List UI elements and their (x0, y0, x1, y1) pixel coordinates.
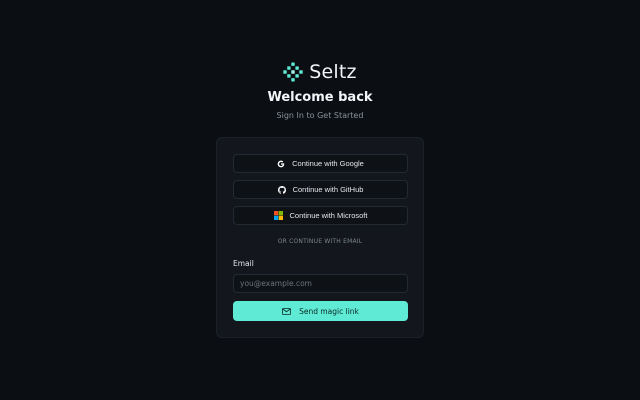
page-subtitle: Sign In to Get Started (276, 111, 364, 120)
continue-with-github-button[interactable]: Continue with GitHub (233, 180, 408, 199)
diamond-dots-logo-icon (283, 62, 303, 82)
email-input[interactable] (233, 274, 408, 293)
brand-name: Seltz (309, 61, 357, 83)
microsoft-icon (273, 211, 283, 220)
continue-with-microsoft-label: Continue with Microsoft (289, 211, 368, 220)
sign-in-card: Continue with Google Continue with GitHu… (216, 137, 424, 338)
continue-with-github-label: Continue with GitHub (292, 185, 364, 194)
google-icon (277, 160, 285, 167)
email-divider: OR CONTINUE WITH EMAIL (277, 238, 363, 245)
continue-with-google-button[interactable]: Continue with Google (233, 154, 408, 173)
page-title: Welcome back (267, 90, 373, 105)
send-magic-link-label: Send magic link (299, 306, 359, 316)
brand: Seltz (283, 60, 357, 84)
header: Seltz Welcome back Sign In to Get Starte… (0, 60, 640, 120)
github-icon (277, 185, 286, 194)
continue-with-microsoft-button[interactable]: Continue with Microsoft (233, 206, 408, 225)
email-label: Email (233, 259, 254, 268)
continue-with-google-label: Continue with Google (292, 159, 364, 168)
send-magic-link-button[interactable]: Send magic link (233, 301, 408, 321)
mail-icon (282, 307, 291, 315)
